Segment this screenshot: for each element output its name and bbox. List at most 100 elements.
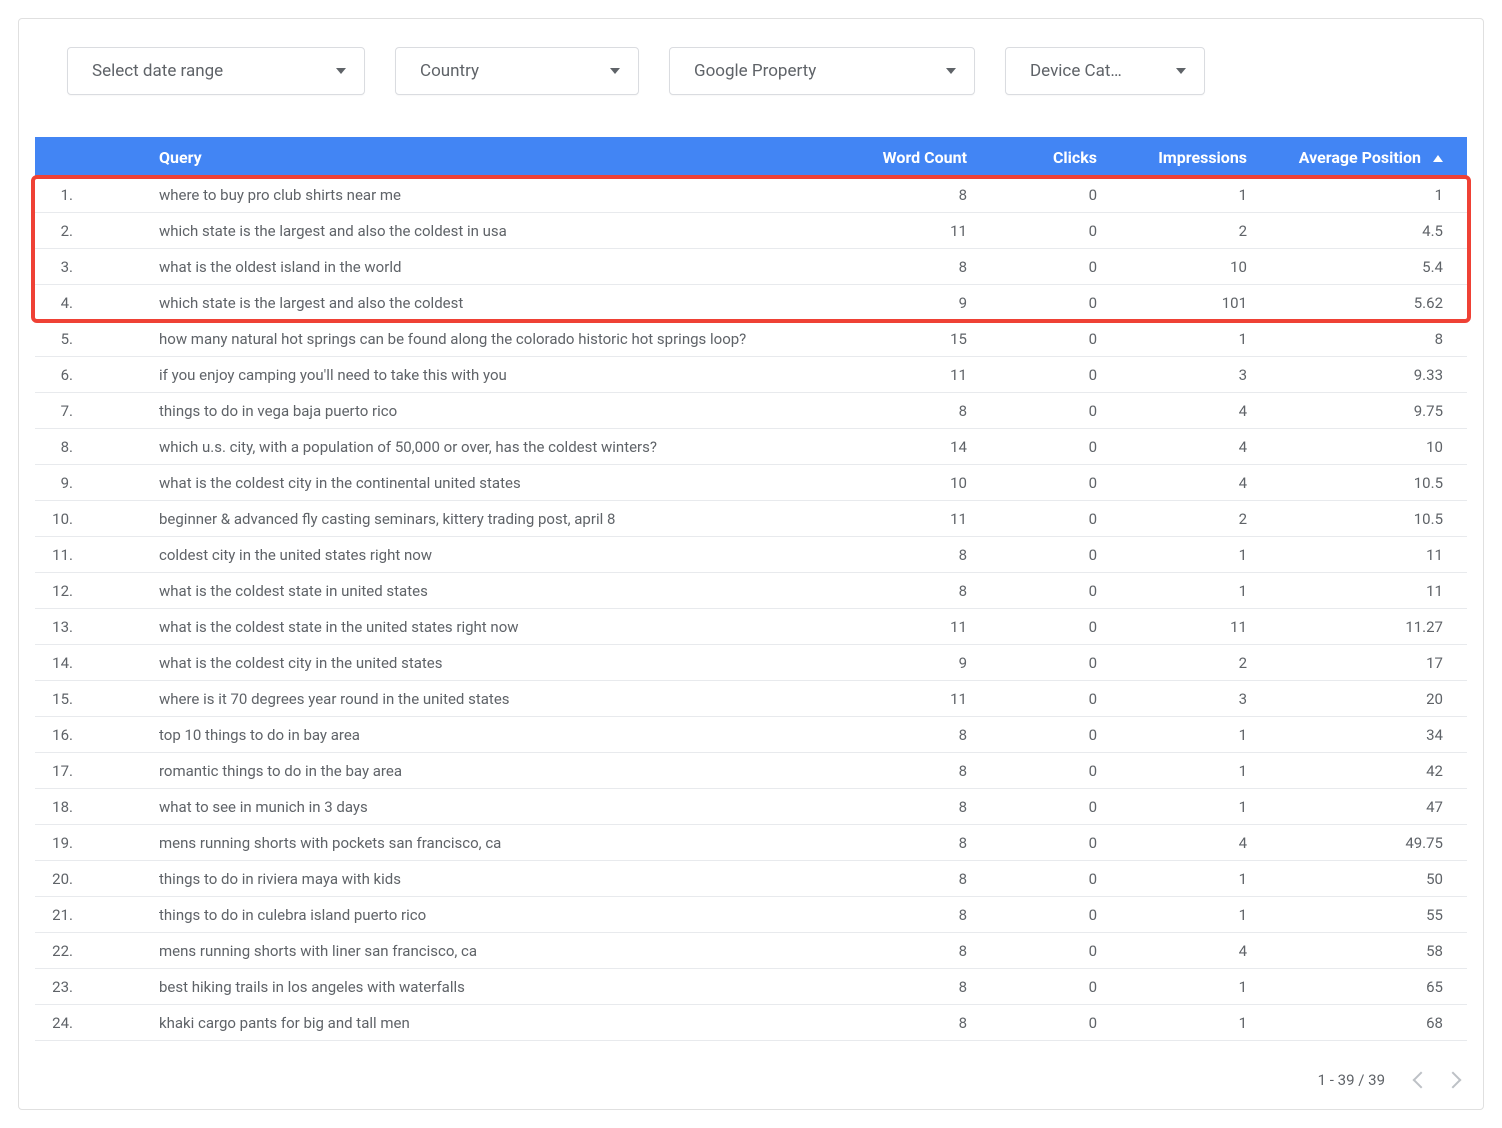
cell-impressions: 101	[1097, 294, 1247, 312]
cell-impressions: 4	[1097, 942, 1247, 960]
cell-clicks: 0	[967, 258, 1097, 276]
table-row[interactable]: 11.coldest city in the united states rig…	[35, 537, 1467, 573]
table-row[interactable]: 17.romantic things to do in the bay area…	[35, 753, 1467, 789]
cell-avg-position: 65	[1247, 978, 1467, 996]
cell-query: what is the coldest city in the continen…	[123, 474, 797, 492]
cell-query: where to buy pro club shirts near me	[123, 186, 797, 204]
cell-query: what is the oldest island in the world	[123, 258, 797, 276]
table-row[interactable]: 20.things to do in riviera maya with kid…	[35, 861, 1467, 897]
cell-impressions: 1	[1097, 1014, 1247, 1032]
cell-clicks: 0	[967, 186, 1097, 204]
table-row[interactable]: 18.what to see in munich in 3 days80147	[35, 789, 1467, 825]
cell-impressions: 11	[1097, 618, 1247, 636]
query-table: Query Word Count Clicks Impressions Aver…	[35, 137, 1467, 1041]
row-number: 7.	[35, 402, 123, 420]
table-row[interactable]: 2.which state is the largest and also th…	[35, 213, 1467, 249]
col-header-avg-position-label: Average Position	[1299, 148, 1421, 167]
table-row[interactable]: 24.khaki cargo pants for big and tall me…	[35, 1005, 1467, 1041]
cell-avg-position: 49.75	[1247, 834, 1467, 852]
row-number: 6.	[35, 366, 123, 384]
cell-clicks: 0	[967, 294, 1097, 312]
table-row[interactable]: 10.beginner & advanced fly casting semin…	[35, 501, 1467, 537]
col-header-query[interactable]: Query	[123, 148, 797, 167]
table-row[interactable]: 5.how many natural hot springs can be fo…	[35, 321, 1467, 357]
cell-avg-position: 11	[1247, 546, 1467, 564]
pager-nav	[1415, 1074, 1459, 1086]
cell-query: where is it 70 degrees year round in the…	[123, 690, 797, 708]
cell-impressions: 1	[1097, 582, 1247, 600]
cell-clicks: 0	[967, 906, 1097, 924]
property-dropdown[interactable]: Google Property	[669, 47, 975, 95]
cell-avg-position: 42	[1247, 762, 1467, 780]
table-row[interactable]: 6.if you enjoy camping you'll need to ta…	[35, 357, 1467, 393]
cell-word-count: 8	[797, 402, 967, 420]
table-row[interactable]: 7.things to do in vega baja puerto rico8…	[35, 393, 1467, 429]
table-row[interactable]: 23.best hiking trails in los angeles wit…	[35, 969, 1467, 1005]
caret-down-icon	[946, 68, 956, 74]
report-canvas: Select date range Country Google Propert…	[18, 18, 1484, 1110]
row-number: 9.	[35, 474, 123, 492]
table-row[interactable]: 9.what is the coldest city in the contin…	[35, 465, 1467, 501]
cell-avg-position: 1	[1247, 186, 1467, 204]
col-header-avg-position[interactable]: Average Position	[1247, 148, 1467, 167]
cell-word-count: 11	[797, 366, 967, 384]
cell-impressions: 3	[1097, 366, 1247, 384]
table-row[interactable]: 21.things to do in culebra island puerto…	[35, 897, 1467, 933]
table-body[interactable]: 1.where to buy pro club shirts near me80…	[35, 177, 1467, 1041]
cell-clicks: 0	[967, 978, 1097, 996]
cell-word-count: 8	[797, 762, 967, 780]
table-row[interactable]: 12.what is the coldest state in united s…	[35, 573, 1467, 609]
device-dropdown[interactable]: Device Cat…	[1005, 47, 1205, 95]
country-label: Country	[420, 61, 479, 81]
table-row[interactable]: 22.mens running shorts with liner san fr…	[35, 933, 1467, 969]
row-number: 22.	[35, 942, 123, 960]
property-label: Google Property	[694, 61, 816, 81]
col-header-impressions[interactable]: Impressions	[1097, 148, 1247, 167]
table-row[interactable]: 15.where is it 70 degrees year round in …	[35, 681, 1467, 717]
row-number: 12.	[35, 582, 123, 600]
table-row[interactable]: 8.which u.s. city, with a population of …	[35, 429, 1467, 465]
pager-range: 1 - 39 / 39	[1318, 1071, 1385, 1089]
cell-word-count: 8	[797, 834, 967, 852]
row-number: 11.	[35, 546, 123, 564]
cell-impressions: 1	[1097, 870, 1247, 888]
cell-query: mens running shorts with liner san franc…	[123, 942, 797, 960]
table-row[interactable]: 16.top 10 things to do in bay area80134	[35, 717, 1467, 753]
table-row[interactable]: 1.where to buy pro club shirts near me80…	[35, 177, 1467, 213]
next-page-button[interactable]	[1445, 1072, 1462, 1089]
cell-word-count: 11	[797, 222, 967, 240]
cell-word-count: 8	[797, 1014, 967, 1032]
cell-impressions: 3	[1097, 690, 1247, 708]
cell-query: khaki cargo pants for big and tall men	[123, 1014, 797, 1032]
table-row[interactable]: 13.what is the coldest state in the unit…	[35, 609, 1467, 645]
caret-down-icon	[1176, 68, 1186, 74]
prev-page-button[interactable]	[1413, 1072, 1430, 1089]
cell-impressions: 2	[1097, 222, 1247, 240]
table-row[interactable]: 4.which state is the largest and also th…	[35, 285, 1467, 321]
cell-word-count: 8	[797, 546, 967, 564]
cell-avg-position: 4.5	[1247, 222, 1467, 240]
cell-clicks: 0	[967, 690, 1097, 708]
row-number: 2.	[35, 222, 123, 240]
country-dropdown[interactable]: Country	[395, 47, 639, 95]
cell-clicks: 0	[967, 438, 1097, 456]
table-row[interactable]: 3.what is the oldest island in the world…	[35, 249, 1467, 285]
table-row[interactable]: 14.what is the coldest city in the unite…	[35, 645, 1467, 681]
row-number: 24.	[35, 1014, 123, 1032]
date-range-dropdown[interactable]: Select date range	[67, 47, 365, 95]
row-number: 8.	[35, 438, 123, 456]
cell-clicks: 0	[967, 942, 1097, 960]
table-row[interactable]: 19.mens running shorts with pockets san …	[35, 825, 1467, 861]
cell-impressions: 1	[1097, 186, 1247, 204]
cell-impressions: 4	[1097, 438, 1247, 456]
col-header-word-count[interactable]: Word Count	[797, 148, 967, 167]
cell-impressions: 1	[1097, 726, 1247, 744]
row-number: 4.	[35, 294, 123, 312]
cell-word-count: 8	[797, 870, 967, 888]
col-header-clicks[interactable]: Clicks	[967, 148, 1097, 167]
cell-query: which state is the largest and also the …	[123, 222, 797, 240]
cell-clicks: 0	[967, 582, 1097, 600]
sort-ascending-icon	[1433, 155, 1443, 162]
row-number: 21.	[35, 906, 123, 924]
cell-query: coldest city in the united states right …	[123, 546, 797, 564]
